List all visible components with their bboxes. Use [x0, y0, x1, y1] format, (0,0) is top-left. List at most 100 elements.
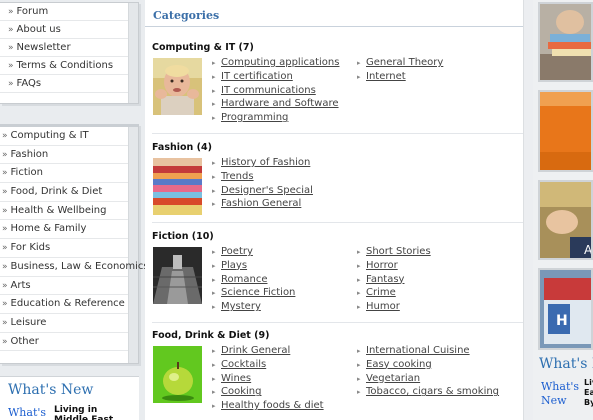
chevron-right-icon: »: [2, 317, 8, 328]
link-column-1: ▸ History of Fashion ▸ Trends ▸ Designer's Sp…: [212, 156, 313, 211]
sidebar-item-business-law-economics[interactable]: » Business, Law & Economics: [0, 258, 149, 277]
arrow-right-icon: ▸: [212, 402, 216, 411]
arrow-right-icon: ▸: [212, 72, 216, 81]
top-nav-panel: » Forum» About us» Newsletter» Terms & Condi…: [0, 2, 139, 104]
nav-item-newsletter[interactable]: » Newsletter: [0, 39, 128, 57]
category-link-it-communications[interactable]: ▸ IT communications: [212, 84, 339, 98]
sidebar-item-for-kids[interactable]: » For Kids: [0, 239, 128, 258]
sidebar-item-home-family[interactable]: » Home & Family: [0, 220, 128, 240]
sidebar-item-arts[interactable]: » Arts: [0, 277, 128, 296]
category-link-easy-cooking[interactable]: ▸ Easy cooking: [357, 358, 499, 372]
category-link-computing-applications[interactable]: ▸ Computing applications: [212, 56, 339, 70]
section-title[interactable]: Food, Drink & Diet (9): [152, 330, 524, 344]
sidebar-item-label: For Kids: [10, 242, 51, 254]
category-nav-panel: » Computing & IT» Fashion» Fiction» Food, Dr…: [0, 124, 149, 364]
category-link-label: Crime: [366, 287, 396, 299]
category-link-crime[interactable]: ▸ Crime: [357, 286, 431, 300]
whats-new-title: What's New: [8, 382, 94, 398]
link-column-2: ▸ International Cuisine ▸ Easy cooking ▸ Vege…: [357, 344, 499, 399]
nav-item-label: About us: [16, 24, 61, 35]
category-link-drink-general[interactable]: ▸ Drink General: [212, 344, 324, 358]
header-divider: [145, 26, 523, 27]
section-title[interactable]: Computing & IT (7): [152, 42, 524, 56]
nav-item-label: FAQs: [16, 78, 42, 89]
category-link-cocktails[interactable]: ▸ Cocktails: [212, 358, 324, 372]
sidebar-item-label: Fiction: [10, 167, 43, 179]
category-link-wines[interactable]: ▸ Wines: [212, 372, 324, 386]
tile-label: H: [556, 313, 568, 329]
food-thumbnail-image[interactable]: [153, 346, 202, 403]
category-link-romance[interactable]: ▸ Romance: [212, 273, 295, 287]
section-title[interactable]: Fiction (10): [152, 231, 524, 245]
category-link-horror[interactable]: ▸ Horror: [357, 259, 431, 273]
category-link-cooking[interactable]: ▸ Cooking: [212, 385, 324, 399]
category-link-it-certification[interactable]: ▸ IT certification: [212, 70, 339, 84]
category-link-label: Poetry: [221, 246, 253, 257]
nav-item-label: Forum: [16, 6, 49, 17]
right-whats-new-item[interactable]: Liv Ea By: [584, 378, 593, 408]
category-link-trends[interactable]: ▸ Trends: [212, 170, 313, 184]
section-title[interactable]: Fashion (4): [152, 142, 524, 156]
category-link-history-of-fashion[interactable]: ▸ History of Fashion: [212, 156, 313, 170]
category-link-hardware-and-software[interactable]: ▸ Hardware and Software: [212, 97, 339, 111]
category-link-label: Hardware and Software: [221, 98, 339, 110]
sidebar-item-fiction[interactable]: » Fiction: [0, 164, 128, 184]
nav-item-terms-conditions[interactable]: » Terms & Conditions: [0, 57, 128, 75]
category-link-short-stories[interactable]: ▸ Short Stories: [357, 245, 431, 259]
promo-image-book-cover[interactable]: H: [538, 268, 593, 350]
chevron-right-icon: »: [2, 131, 8, 141]
sidebar-item-computing-it[interactable]: » Computing & IT: [0, 127, 128, 146]
arrow-right-icon: ▸: [212, 200, 216, 209]
category-link-internet[interactable]: ▸ Internet: [357, 70, 443, 84]
sidebar-item-fashion[interactable]: » Fashion: [0, 146, 128, 165]
category-link-label: Humor: [366, 301, 400, 313]
category-link-fashion-general[interactable]: ▸ Fashion General: [212, 197, 313, 211]
category-link-tobacco-cigars-smoking[interactable]: ▸ Tobacco, cigars & smoking: [357, 385, 499, 399]
chevron-right-icon: »: [2, 243, 8, 254]
category-link-healthy-foods-diet[interactable]: ▸ Healthy foods & diet: [212, 399, 324, 413]
sidebar-item-food-drink-diet[interactable]: » Food, Drink & Diet: [0, 183, 128, 202]
nav-item-forum[interactable]: » Forum: [0, 3, 128, 21]
nav-item-faqs[interactable]: » FAQs: [0, 75, 128, 93]
sidebar-item-health-wellbeing[interactable]: » Health & Wellbeing: [0, 202, 128, 221]
section-divider: [152, 222, 524, 223]
category-link-label: Tobacco, cigars & smoking: [366, 386, 500, 398]
category-section-computing: Computing & IT (7) ▸ Computing applicatio…: [152, 42, 524, 123]
promo-image-hand[interactable]: A: [538, 180, 593, 260]
sidebar-item-label: Fashion: [10, 148, 49, 160]
arrow-right-icon: ▸: [357, 59, 361, 67]
category-link-designer-s-special[interactable]: ▸ Designer's Special: [212, 184, 313, 198]
category-link-label: Healthy foods & diet: [221, 400, 324, 412]
category-link-fantasy[interactable]: ▸ Fantasy: [357, 273, 431, 287]
sidebar-item-other[interactable]: » Other: [0, 333, 128, 352]
category-link-label: Fantasy: [366, 273, 405, 285]
nav-item-about-us[interactable]: » About us: [0, 21, 128, 39]
category-link-international-cuisine[interactable]: ▸ International Cuisine: [357, 344, 499, 358]
whats-new-item-title[interactable]: Living in Middle East: [54, 405, 134, 420]
left-sidebar: » Forum» About us» Newsletter» Terms & Condi…: [0, 0, 149, 420]
category-link-humor[interactable]: ▸ Humor: [357, 300, 431, 314]
fiction-thumbnail-image[interactable]: [153, 247, 202, 304]
sidebar-item-education-reference[interactable]: » Education & Reference: [0, 295, 128, 314]
arrow-right-icon: ▸: [212, 275, 216, 284]
chevron-right-icon: »: [2, 168, 8, 179]
promo-image-books[interactable]: [538, 2, 593, 82]
promo-image-orange[interactable]: [538, 90, 593, 172]
category-link-poetry[interactable]: ▸ Poetry: [212, 245, 295, 259]
arrow-right-icon: ▸: [357, 347, 361, 355]
category-link-science-fiction[interactable]: ▸ Science Fiction: [212, 286, 295, 300]
category-link-mystery[interactable]: ▸ Mystery: [212, 300, 295, 314]
scrollbar[interactable]: [128, 3, 138, 103]
arrow-right-icon: ▸: [357, 303, 361, 312]
scrollbar[interactable]: [523, 0, 533, 420]
category-link-general-theory[interactable]: ▸ General Theory: [357, 56, 443, 70]
sidebar-item-leisure[interactable]: » Leisure: [0, 314, 128, 333]
category-link-programming[interactable]: ▸ Programming: [212, 111, 339, 125]
computing-thumbnail-image[interactable]: [153, 58, 202, 115]
category-link-label: General Theory: [366, 57, 444, 68]
chevron-right-icon: »: [2, 299, 8, 310]
scrollbar[interactable]: [128, 127, 138, 363]
category-link-vegetarian[interactable]: ▸ Vegetarian: [357, 372, 499, 386]
fashion-thumbnail-image[interactable]: [153, 158, 202, 215]
category-link-plays[interactable]: ▸ Plays: [212, 259, 295, 273]
